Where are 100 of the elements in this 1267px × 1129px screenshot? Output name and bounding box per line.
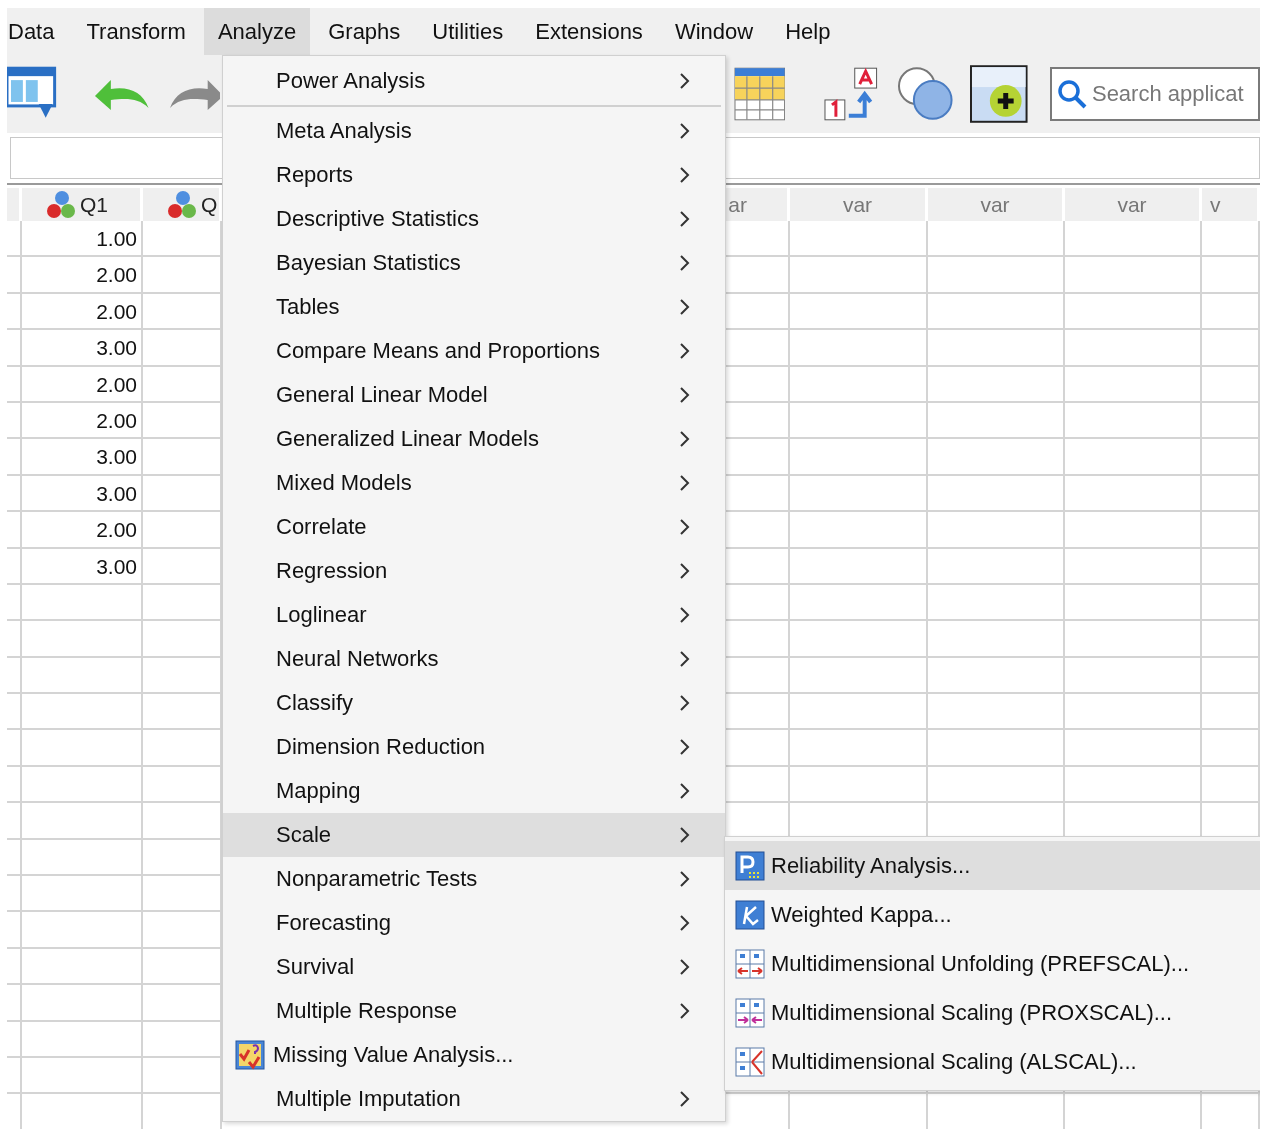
chevron-icon xyxy=(679,650,691,668)
column-header[interactable]: var xyxy=(1065,185,1202,221)
column-header[interactable]: v xyxy=(1202,185,1260,221)
column-header[interactable]: Q xyxy=(143,185,222,221)
table-cell xyxy=(7,512,22,549)
menu-item[interactable]: Reports xyxy=(223,153,725,197)
menu-item[interactable]: Classify xyxy=(223,681,725,725)
chevron-icon xyxy=(679,606,691,624)
table-cell xyxy=(7,584,22,622)
search-field[interactable]: Search applicat xyxy=(1049,67,1260,121)
table-cell xyxy=(1202,657,1260,695)
table-cell xyxy=(7,839,22,877)
table-cell[interactable]: 3.00 xyxy=(22,439,143,476)
table-cell[interactable]: 2.00 xyxy=(22,366,143,403)
menu-item[interactable]: Multidimensional Scaling (PROXSCAL)... xyxy=(725,988,1260,1037)
table-cell[interactable]: 2.00 xyxy=(22,293,143,331)
menu-bar-item[interactable]: Help xyxy=(771,8,845,55)
table-cell[interactable]: 2.00 xyxy=(22,402,143,440)
reliability-icon xyxy=(735,850,765,881)
menu-bar-item[interactable]: Data xyxy=(7,8,69,55)
table-cell xyxy=(7,1021,22,1058)
table-cell xyxy=(1202,694,1260,731)
table-cell[interactable]: 3.00 xyxy=(22,548,143,585)
menu-item[interactable]: Multiple Imputation xyxy=(223,1077,725,1121)
add-button-icon[interactable] xyxy=(970,65,1028,123)
menu-item[interactable]: Descriptive Statistics xyxy=(223,197,725,241)
chevron-icon xyxy=(679,1002,691,1020)
chevron-icon xyxy=(679,694,691,712)
menu-item[interactable]: Nonparametric Tests xyxy=(223,857,725,901)
menu-item[interactable]: Missing Value Analysis... xyxy=(223,1033,725,1077)
kappa-icon xyxy=(735,899,765,930)
chevron-icon xyxy=(679,298,691,316)
overlapping-circles-icon[interactable] xyxy=(896,66,955,122)
table-cell xyxy=(1202,221,1260,258)
menu-item[interactable]: Compare Means and Proportions xyxy=(223,329,725,373)
chevron-icon xyxy=(679,342,691,360)
menu-item[interactable]: Loglinear xyxy=(223,593,725,637)
menu-item[interactable]: Reliability Analysis... xyxy=(725,841,1260,890)
menu-bar-item[interactable]: Window xyxy=(660,8,768,55)
menu-item[interactable]: Meta Analysis xyxy=(223,109,725,153)
column-header[interactable]: var xyxy=(790,185,928,221)
table-cell xyxy=(7,766,22,804)
menu-item[interactable]: Multidimensional Scaling (ALSCAL)... xyxy=(725,1037,1260,1086)
column-header[interactable]: Q1 xyxy=(22,185,143,221)
table-cell xyxy=(7,221,22,258)
menu-bar-item[interactable]: Graphs xyxy=(314,8,415,55)
menu-item[interactable]: Dimension Reduction xyxy=(223,725,725,769)
nominal-variable-icon xyxy=(46,189,76,220)
menu-bar-item[interactable]: Utilities xyxy=(418,8,518,55)
menu-item[interactable]: Multidimensional Unfolding (PREFSCAL)... xyxy=(725,939,1260,988)
menu-item[interactable]: Tables xyxy=(223,285,725,329)
chevron-icon xyxy=(679,826,691,844)
chevron-icon xyxy=(679,122,691,140)
table-cell xyxy=(7,730,22,767)
grid-arrows-icon xyxy=(735,997,765,1028)
table-cell xyxy=(1202,584,1260,622)
menu-bar-item[interactable]: Analyze xyxy=(203,8,311,55)
menu-item[interactable]: Forecasting xyxy=(223,901,725,945)
table-cell xyxy=(7,257,22,294)
table-icon[interactable] xyxy=(733,67,786,121)
menu-item[interactable]: Mixed Models xyxy=(223,461,725,505)
menu-item[interactable]: Multiple Response xyxy=(223,989,725,1033)
menu-item[interactable]: Regression xyxy=(223,549,725,593)
table-cell[interactable]: 2.00 xyxy=(22,257,143,294)
menu-item[interactable]: Bayesian Statistics xyxy=(223,241,725,285)
column-header[interactable]: var xyxy=(928,185,1065,221)
table-cell[interactable]: 2.00 xyxy=(22,512,143,549)
table-cell xyxy=(7,876,22,913)
chevron-icon xyxy=(679,958,691,976)
table-cell[interactable]: 3.00 xyxy=(22,330,143,367)
table-cell xyxy=(7,657,22,695)
menu-item[interactable]: Mapping xyxy=(223,769,725,813)
menu-item[interactable]: Generalized Linear Models xyxy=(223,417,725,461)
menu-item[interactable]: Weighted Kappa... xyxy=(725,890,1260,939)
chevron-icon xyxy=(679,914,691,932)
chevron-icon xyxy=(679,562,691,580)
table-cell xyxy=(1202,366,1260,403)
table-cell xyxy=(7,985,22,1022)
chevron-icon xyxy=(679,210,691,228)
menu-item[interactable]: Correlate xyxy=(223,505,725,549)
chevron-icon xyxy=(679,782,691,800)
chevron-icon xyxy=(679,518,691,536)
chevron-icon xyxy=(679,254,691,272)
table-cell xyxy=(7,694,22,731)
menu-item[interactable]: Power Analysis xyxy=(223,59,725,103)
menu-bar-item[interactable]: Extensions xyxy=(521,8,657,55)
table-cell xyxy=(7,439,22,476)
table-cell xyxy=(1202,439,1260,476)
menu-item[interactable]: Survival xyxy=(223,945,725,989)
menu-bar-item[interactable]: Transform xyxy=(72,8,200,55)
menu-item[interactable]: Neural Networks xyxy=(223,637,725,681)
table-cell[interactable]: 1.00 xyxy=(22,221,143,258)
search-icon xyxy=(1056,79,1087,109)
table-cell xyxy=(1202,402,1260,440)
table-cell xyxy=(1202,330,1260,367)
chevron-icon xyxy=(679,738,691,756)
menu-item[interactable]: Scale xyxy=(223,813,725,857)
chevron-icon xyxy=(679,474,691,492)
table-cell[interactable]: 3.00 xyxy=(22,475,143,513)
menu-item[interactable]: General Linear Model xyxy=(223,373,725,417)
